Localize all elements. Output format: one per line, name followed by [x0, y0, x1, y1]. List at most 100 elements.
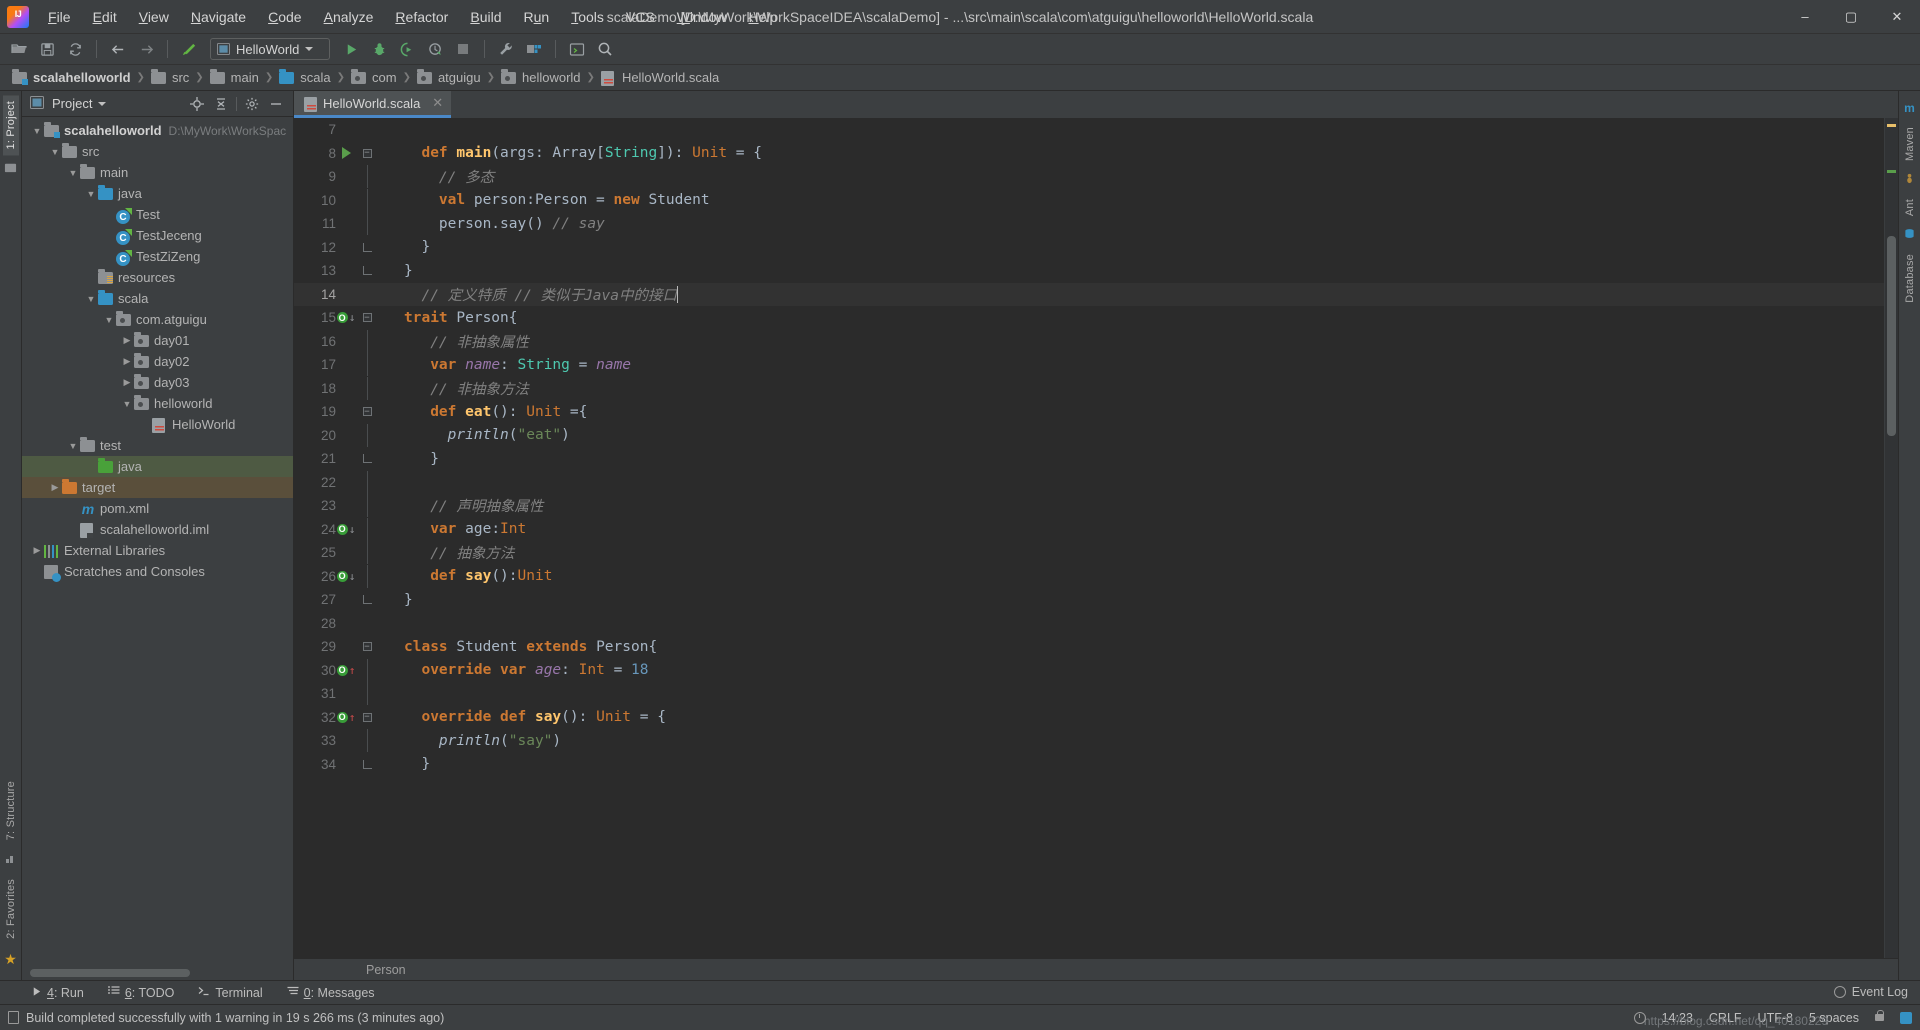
tool-window-4--run[interactable]: 4: Run [28, 984, 87, 1002]
menu-item-vcs[interactable]: VCS [615, 5, 666, 29]
database-icon[interactable] [1900, 1011, 1912, 1024]
code-text[interactable]: def say():Unit [378, 568, 1898, 584]
code-line-32[interactable]: 32 O ↑ − override def say(): Unit = { [294, 706, 1898, 730]
code-line-34[interactable]: 34 } [294, 753, 1898, 777]
build-status-message[interactable]: Build completed successfully with 1 warn… [8, 1011, 444, 1025]
fold-collapse-icon[interactable]: − [362, 148, 372, 158]
code-line-9[interactable]: 9 // 多态 [294, 165, 1898, 189]
fold-collapse-icon[interactable]: − [362, 642, 372, 652]
menu-item-code[interactable]: Code [257, 5, 312, 29]
fold-end-icon[interactable] [362, 454, 372, 464]
code-line-13[interactable]: 13} [294, 259, 1898, 283]
search-everywhere-icon[interactable] [592, 37, 618, 61]
tree-node-testjeceng[interactable]: C TestJeceng [22, 225, 293, 246]
fold-collapse-icon[interactable]: − [362, 712, 372, 722]
chevron-down-icon[interactable]: ▼ [84, 189, 98, 199]
editor-marker-bar[interactable] [1884, 118, 1898, 958]
code-line-30[interactable]: 30 O ↑ override var age: Int = 18 [294, 658, 1898, 683]
tool-window-6--todo[interactable]: 6: TODO [105, 984, 178, 1002]
fold-end-icon[interactable] [362, 266, 372, 276]
sidebar-item-database[interactable]: Database [1902, 248, 1918, 309]
chevron-down-icon[interactable]: ▼ [66, 168, 80, 178]
tree-node-helloworld[interactable]: ▼ helloworld [22, 393, 293, 414]
code-editor[interactable]: 7 8 − def main(args: Array[String]): Unit … [294, 118, 1898, 958]
tree-node-day01[interactable]: ▶ day01 [22, 330, 293, 351]
tree-node-scratches-and-consoles[interactable]: Scratches and Consoles [22, 561, 293, 582]
overrides-gutter-icon[interactable]: O ↑ [336, 711, 355, 724]
implemented-gutter-icon[interactable]: O ↓ [336, 523, 355, 536]
code-line-23[interactable]: 23 // 声明抽象属性 [294, 494, 1898, 518]
tool-window-0--messages[interactable]: 0: Messages [284, 984, 378, 1002]
tree-node-src[interactable]: ▼ src [22, 141, 293, 162]
chevron-down-icon[interactable]: ▼ [48, 147, 62, 157]
tree-node-external-libraries[interactable]: ▶ External Libraries [22, 540, 293, 561]
code-line-31[interactable]: 31 [294, 682, 1898, 706]
code-lines[interactable]: 7 8 − def main(args: Array[String]): Unit … [294, 118, 1898, 776]
gear-icon[interactable] [243, 95, 261, 113]
run-configuration-selector[interactable]: HelloWorld [210, 38, 330, 60]
code-line-12[interactable]: 12 } [294, 236, 1898, 260]
code-text[interactable]: } [378, 263, 1898, 279]
code-text[interactable]: // 非抽象方法 [378, 378, 1898, 399]
tree-node-test[interactable]: C Test [22, 204, 293, 225]
event-log-button[interactable]: Event Log [1833, 980, 1908, 1004]
editor-vscrollbar-thumb[interactable] [1887, 236, 1896, 436]
code-text[interactable]: // 定义特质 // 类似于Java中的接口 [378, 284, 1898, 305]
menu-item-analyze[interactable]: Analyze [313, 5, 385, 29]
code-line-29[interactable]: 29− class Student extends Person{ [294, 635, 1898, 659]
chevron-down-icon[interactable]: ▼ [30, 126, 44, 136]
tree-node-scala[interactable]: ▼ scala [22, 288, 293, 309]
project-tree[interactable]: ▼ scalahelloworld D:\MyWork\WorkSpac ▼ src ▼ m… [22, 117, 293, 966]
stop-icon[interactable] [450, 37, 476, 61]
profiler-icon[interactable] [422, 37, 448, 61]
warning-marker[interactable] [1887, 124, 1896, 127]
menu-item-build[interactable]: Build [459, 5, 512, 29]
fold-collapse-icon[interactable]: − [362, 313, 372, 323]
tree-node-main[interactable]: ▼ main [22, 162, 293, 183]
menu-item-refactor[interactable]: Refactor [384, 5, 459, 29]
chevron-right-icon[interactable]: ▶ [30, 545, 44, 556]
code-text[interactable]: // 声明抽象属性 [378, 495, 1898, 516]
forward-arrow-icon[interactable] [133, 37, 159, 61]
code-line-11[interactable]: 11 person.say() // say [294, 212, 1898, 236]
breadcrumb-item-helloworld-scala[interactable]: HelloWorld.scala [597, 68, 723, 88]
tree-node-scalahelloworld[interactable]: ▼ scalahelloworld D:\MyWork\WorkSpac [22, 120, 293, 141]
code-text[interactable]: override var age: Int = 18 [378, 662, 1898, 678]
menu-item-view[interactable]: View [128, 5, 180, 29]
run-gutter-icon[interactable] [341, 147, 351, 160]
run-icon[interactable] [338, 37, 364, 61]
sidebar-item-ant[interactable]: Ant [1902, 193, 1918, 222]
code-line-7[interactable]: 7 [294, 118, 1898, 142]
code-line-22[interactable]: 22 [294, 470, 1898, 495]
code-text[interactable]: def main(args: Array[String]): Unit = { [378, 145, 1898, 161]
open-folder-icon[interactable] [6, 37, 32, 61]
code-line-18[interactable]: 18 // 非抽象方法 [294, 376, 1898, 401]
tree-node-helloworld[interactable]: HelloWorld [22, 414, 293, 435]
save-icon[interactable] [34, 37, 60, 61]
sidebar-item-project[interactable]: 1: Project [2, 95, 19, 156]
fold-collapse-icon[interactable]: − [362, 407, 372, 417]
breadcrumb-item-scalahelloworld[interactable]: scalahelloworld [8, 68, 135, 88]
project-hscrollbar-thumb[interactable] [30, 969, 190, 977]
breadcrumb-item-src[interactable]: src [147, 68, 193, 88]
code-line-21[interactable]: 21 } [294, 447, 1898, 471]
code-text[interactable]: println("say") [378, 733, 1898, 749]
code-text[interactable]: person.say() // say [378, 216, 1898, 232]
collapse-all-icon[interactable] [212, 95, 230, 113]
code-line-20[interactable]: 20 println("eat") [294, 423, 1898, 448]
code-text[interactable]: // 多态 [378, 166, 1898, 187]
locate-icon[interactable] [188, 95, 206, 113]
code-text[interactable]: var age:Int [378, 521, 1898, 537]
breadcrumb-item-main[interactable]: main [206, 68, 263, 88]
sidebar-item-maven[interactable]: Maven [1902, 121, 1918, 167]
code-line-8[interactable]: 8 − def main(args: Array[String]): Unit =… [294, 142, 1898, 166]
code-line-19[interactable]: 19 − def eat(): Unit ={ [294, 400, 1898, 424]
tree-node-pom-xml[interactable]: m pom.xml [22, 498, 293, 519]
back-arrow-icon[interactable] [105, 37, 131, 61]
menu-item-navigate[interactable]: Navigate [180, 5, 257, 29]
sidebar-item-favorites[interactable]: 2: Favorites [3, 873, 19, 945]
tree-node-java[interactable]: java [22, 456, 293, 477]
code-line-27[interactable]: 27} [294, 588, 1898, 612]
project-structure-icon[interactable] [521, 37, 547, 61]
tree-node-testzizeng[interactable]: C TestZiZeng [22, 246, 293, 267]
